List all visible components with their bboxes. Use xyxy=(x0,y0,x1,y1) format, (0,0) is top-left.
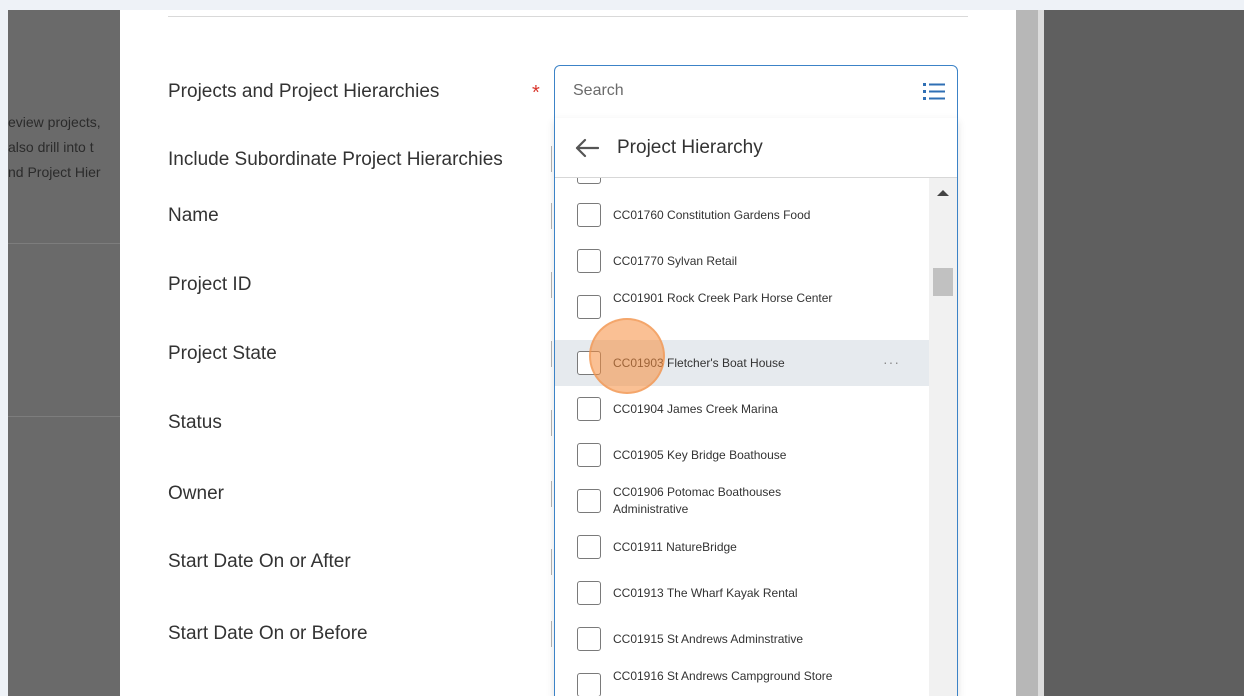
list-item[interactable]: CC01760 Constitution Gardens Food xyxy=(555,192,929,238)
dialog-divider xyxy=(168,16,968,17)
list-item-label: CC01904 James Creek Marina xyxy=(613,402,778,416)
checkbox[interactable] xyxy=(577,203,601,227)
search-input[interactable] xyxy=(573,82,903,100)
scroll-up-arrow-icon[interactable] xyxy=(937,190,949,196)
list-item[interactable]: CC01904 James Creek Marina xyxy=(555,386,929,432)
list-icon[interactable] xyxy=(923,82,945,102)
background-divider xyxy=(8,243,138,244)
list-item-label: CC01913 The Wharf Kayak Rental xyxy=(613,586,798,600)
list-item[interactable]: CC01770 Sylvan Retail xyxy=(555,238,929,284)
checkbox[interactable] xyxy=(577,443,601,467)
more-options-icon[interactable]: ··· xyxy=(883,354,900,370)
checkbox[interactable] xyxy=(577,489,601,513)
list-item[interactable]: CC01905 Key Bridge Boathouse xyxy=(555,432,929,478)
field-label-projects: Projects and Project Hierarchies xyxy=(168,81,440,102)
arrow-left-icon[interactable] xyxy=(575,138,599,158)
background-page: eview projects, also drill into t nd Pro… xyxy=(8,10,138,696)
field-label-name: Name xyxy=(168,205,219,226)
list-item[interactable]: CC01915 St Andrews Adminstrative xyxy=(555,616,929,662)
list-item[interactable]: CC01913 The Wharf Kayak Rental xyxy=(555,570,929,616)
dropdown-title: Project Hierarchy xyxy=(617,137,763,158)
click-indicator xyxy=(589,318,665,394)
list-item-label: CC01915 St Andrews Adminstrative xyxy=(613,632,804,646)
list-item[interactable]: CC01906 Potomac Boathouses Administrativ… xyxy=(555,478,929,524)
project-hierarchy-dropdown: Project Hierarchy CC01760 Constitution G… xyxy=(554,118,958,696)
required-indicator: * xyxy=(532,82,540,104)
field-label-include-subordinate: Include Subordinate Project Hierarchies xyxy=(168,149,503,170)
checkbox[interactable] xyxy=(577,178,601,184)
checkbox[interactable] xyxy=(577,627,601,651)
field-label-status: Status xyxy=(168,412,222,433)
field-label-start-date-after: Start Date On or After xyxy=(168,551,351,572)
field-label-start-date-before: Start Date On or Before xyxy=(168,623,368,644)
list-item-label: CC01911 NatureBridge xyxy=(613,540,737,554)
list-item-label: CC01760 Constitution Gardens Food xyxy=(613,208,811,222)
checkbox[interactable] xyxy=(577,673,601,696)
field-label-project-state: Project State xyxy=(168,343,277,364)
list-item-label: CC01916 St Andrews Campground Store xyxy=(613,669,833,683)
list-item[interactable]: CC01911 NatureBridge xyxy=(555,524,929,570)
dropdown-scrollbar[interactable] xyxy=(929,178,957,696)
background-divider xyxy=(8,416,138,417)
list-item-label: CC01770 Sylvan Retail xyxy=(613,254,738,268)
list-item-label: CC01905 Key Bridge Boathouse xyxy=(613,448,787,462)
checkbox[interactable] xyxy=(577,397,601,421)
scrollbar-thumb[interactable] xyxy=(933,268,953,296)
dropdown-header: Project Hierarchy xyxy=(555,118,957,178)
field-label-project-id: Project ID xyxy=(168,274,252,295)
background-scrollbar xyxy=(1016,10,1038,696)
project-hierarchy-list[interactable]: CC01760 Constitution Gardens Food CC0177… xyxy=(555,178,929,696)
checkbox[interactable] xyxy=(577,249,601,273)
checkbox[interactable] xyxy=(577,295,601,319)
field-label-owner: Owner xyxy=(168,483,224,504)
checkbox[interactable] xyxy=(577,535,601,559)
background-edge xyxy=(1038,10,1044,696)
prompt-dialog: Projects and Project Hierarchies * Inclu… xyxy=(120,10,1016,696)
list-item[interactable]: CC01916 St Andrews Campground Store xyxy=(555,662,929,696)
background-page-text: eview projects, also drill into t nd Pro… xyxy=(8,114,101,180)
checkbox[interactable] xyxy=(577,581,601,605)
projects-search-field[interactable] xyxy=(554,65,958,119)
list-item-label: CC01901 Rock Creek Park Horse Center xyxy=(613,291,833,305)
list-item-label: CC01906 Potomac Boathouses Administrativ… xyxy=(613,485,782,516)
